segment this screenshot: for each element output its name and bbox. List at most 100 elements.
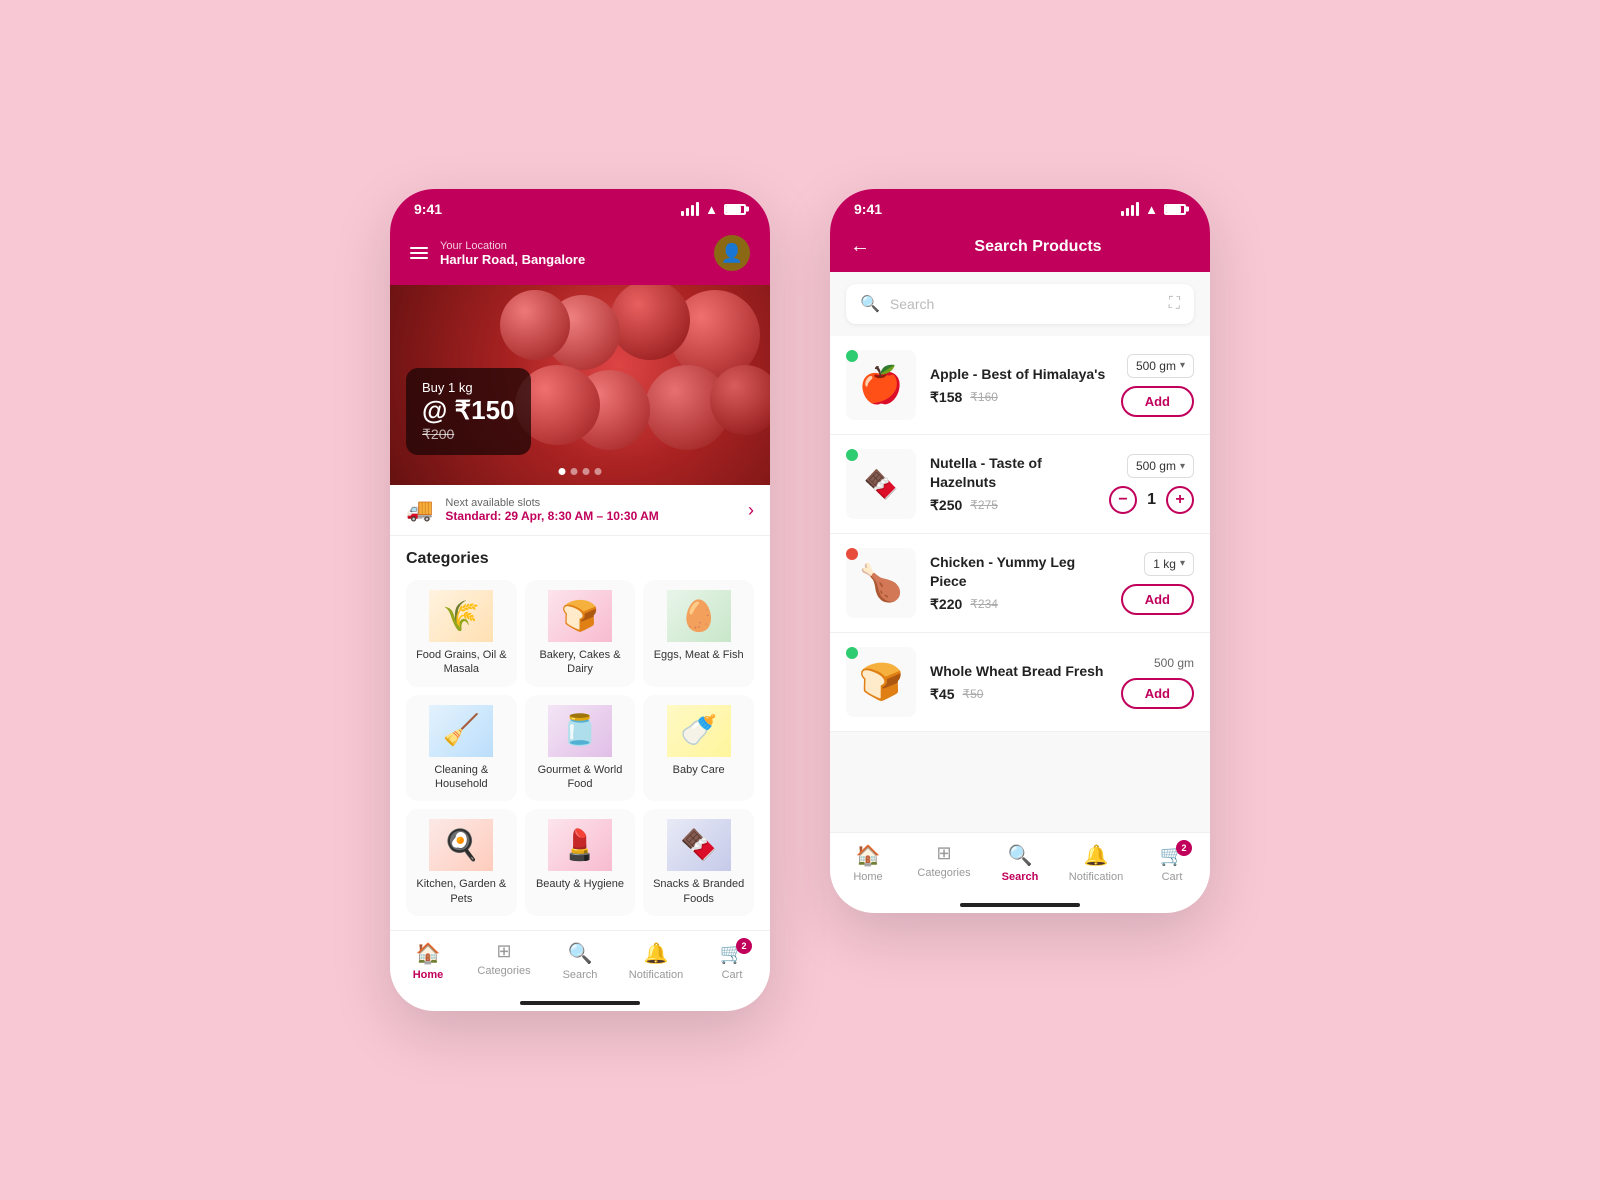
category-item-cleaning[interactable]: 🧹 Cleaning & Household: [406, 695, 517, 802]
search-home-indicator: [960, 903, 1080, 907]
categories-icon: ⊞: [496, 941, 511, 962]
user-avatar[interactable]: 👤: [714, 235, 750, 271]
notification-icon: 🔔: [644, 941, 669, 966]
product-pricing-chicken: ₹220 ₹234: [930, 596, 1107, 613]
qty-increase-nutella[interactable]: +: [1166, 486, 1194, 514]
product-price-chicken: ₹220: [930, 596, 962, 613]
search-cart-badge: 2: [1176, 840, 1192, 856]
slot-info: Next available slots Standard: 29 Apr, 8…: [445, 497, 658, 523]
weight-selector-apple[interactable]: 500 gm ▾: [1127, 354, 1194, 378]
search-screen-notification-icon: 🔔: [1084, 843, 1109, 868]
product-status-apple: [846, 350, 858, 362]
weight-selector-chicken[interactable]: 1 kg ▾: [1144, 552, 1194, 576]
banner-buy-text: Buy 1 kg: [422, 380, 515, 395]
category-item-eggs[interactable]: 🥚 Eggs, Meat & Fish: [643, 580, 754, 687]
home-nav-notification-label: Notification: [629, 969, 683, 981]
search-status-time: 9:41: [854, 201, 882, 217]
category-img-baby: 🍼: [667, 705, 731, 757]
product-pricing-nutella: ₹250 ₹275: [930, 497, 1095, 514]
search-nav-categories-label: Categories: [917, 867, 970, 879]
slot-label: Next available slots: [445, 497, 658, 509]
product-img-wrapper-bread: 🍞: [846, 647, 916, 717]
search-nav-cart[interactable]: 🛒 2 Cart: [1134, 843, 1210, 883]
product-item-chicken: 🍗 Chicken - Yummy Leg Piece ₹220 ₹234 1 …: [830, 534, 1210, 633]
weight-value-apple: 500 gm: [1136, 359, 1176, 373]
product-status-nutella: [846, 449, 858, 461]
empty-space: [830, 732, 1210, 832]
search-bottom-nav: 🏠 Home ⊞ Categories 🔍 Search 🔔 Notificat…: [830, 832, 1210, 903]
category-item-kitchen[interactable]: 🍳 Kitchen, Garden & Pets: [406, 809, 517, 916]
category-item-bakery[interactable]: 🍞 Bakery, Cakes & Dairy: [525, 580, 636, 687]
battery-icon: [724, 204, 746, 215]
search-nav-cart-label: Cart: [1162, 871, 1183, 883]
expand-icon: ⛶: [1169, 295, 1180, 313]
home-status-time: 9:41: [414, 201, 442, 217]
location-info: Your Location Harlur Road, Bangalore: [440, 240, 585, 267]
back-button[interactable]: ←: [850, 235, 870, 258]
category-item-gourmet[interactable]: 🫙 Gourmet & World Food: [525, 695, 636, 802]
category-img-gourmet: 🫙: [548, 705, 612, 757]
product-name-chicken: Chicken - Yummy Leg Piece: [930, 553, 1107, 589]
products-list: 🍎 Apple - Best of Himalaya's ₹158 ₹160 5…: [830, 336, 1210, 832]
home-nav-cart-label: Cart: [722, 969, 743, 981]
home-nav-notification[interactable]: 🔔 Notification: [618, 941, 694, 981]
weight-chevron-nutella: ▾: [1180, 461, 1185, 472]
home-nav-categories[interactable]: ⊞ Categories: [466, 941, 542, 981]
add-button-bread[interactable]: Add: [1121, 678, 1194, 709]
search-signal-icon: [1121, 202, 1139, 216]
home-icon: 🏠: [416, 941, 441, 966]
qty-decrease-nutella[interactable]: −: [1109, 486, 1137, 514]
signal-icon: [681, 202, 699, 216]
category-label-beauty: Beauty & Hygiene: [536, 877, 624, 891]
home-nav-cart[interactable]: 🛒 2 Cart: [694, 941, 770, 981]
product-pricing-apple: ₹158 ₹160: [930, 389, 1107, 406]
search-battery-icon: [1164, 204, 1186, 215]
search-nav-categories[interactable]: ⊞ Categories: [906, 843, 982, 883]
product-details-chicken: Chicken - Yummy Leg Piece ₹220 ₹234: [930, 553, 1107, 612]
category-item-snacks[interactable]: 🍫 Snacks & Branded Foods: [643, 809, 754, 916]
search-input[interactable]: Search: [890, 296, 1159, 312]
search-nav-notification[interactable]: 🔔 Notification: [1058, 843, 1134, 883]
promo-banner[interactable]: Buy 1 kg @ ₹150 ₹200: [390, 285, 770, 485]
search-nav-search[interactable]: 🔍 Search: [982, 843, 1058, 883]
home-indicator: [520, 1001, 640, 1005]
weight-selector-nutella[interactable]: 500 gm ▾: [1127, 454, 1194, 478]
category-item-baby[interactable]: 🍼 Baby Care: [643, 695, 754, 802]
home-header: Your Location Harlur Road, Bangalore 👤: [390, 225, 770, 285]
search-bar[interactable]: 🔍 Search ⛶: [846, 284, 1194, 324]
search-nav-home[interactable]: 🏠 Home: [830, 843, 906, 883]
wifi-icon: ▲: [705, 202, 718, 217]
product-original-price-nutella: ₹275: [970, 498, 998, 512]
search-screen-categories-icon: ⊞: [936, 843, 951, 864]
add-button-chicken[interactable]: Add: [1121, 584, 1194, 615]
category-label-food-grains: Food Grains, Oil & Masala: [412, 648, 511, 677]
search-screen-search-icon: 🔍: [1008, 843, 1033, 868]
weight-value-nutella: 500 gm: [1136, 459, 1176, 473]
product-item-bread: 🍞 Whole Wheat Bread Fresh ₹45 ₹50 500 gm…: [830, 633, 1210, 732]
product-item-apple: 🍎 Apple - Best of Himalaya's ₹158 ₹160 5…: [830, 336, 1210, 435]
home-bottom-nav: 🏠 Home ⊞ Categories 🔍 Search 🔔 Notificat…: [390, 930, 770, 1001]
slot-value: Standard: 29 Apr, 8:30 AM – 10:30 AM: [445, 509, 658, 523]
qty-value-nutella: 1: [1147, 491, 1156, 509]
search-status-icons: ▲: [1121, 202, 1186, 217]
product-name-nutella: Nutella - Taste of Hazelnuts: [930, 454, 1095, 490]
category-label-kitchen: Kitchen, Garden & Pets: [412, 877, 511, 906]
product-details-nutella: Nutella - Taste of Hazelnuts ₹250 ₹275: [930, 454, 1095, 513]
category-img-kitchen: 🍳: [429, 819, 493, 871]
add-button-apple[interactable]: Add: [1121, 386, 1194, 417]
home-phone: 9:41 ▲ Your Loca: [390, 189, 770, 1011]
home-nav-home[interactable]: 🏠 Home: [390, 941, 466, 981]
truck-icon: 🚚: [406, 497, 433, 523]
location-value: Harlur Road, Bangalore: [440, 252, 585, 267]
menu-button[interactable]: [410, 244, 428, 262]
home-nav-search-label: Search: [563, 969, 598, 981]
category-item-beauty[interactable]: 💄 Beauty & Hygiene: [525, 809, 636, 916]
delivery-slot[interactable]: 🚚 Next available slots Standard: 29 Apr,…: [390, 485, 770, 536]
weight-value-chicken: 1 kg: [1153, 557, 1176, 571]
qty-controls-nutella: − 1 +: [1109, 486, 1194, 514]
search-phone: 9:41 ▲ ← Search Products 🔍: [830, 189, 1210, 913]
search-screen-title: Search Products: [886, 238, 1190, 256]
home-nav-search[interactable]: 🔍 Search: [542, 941, 618, 981]
product-image-chicken: 🍗: [846, 548, 916, 618]
category-item-food-grains[interactable]: 🌾 Food Grains, Oil & Masala: [406, 580, 517, 687]
